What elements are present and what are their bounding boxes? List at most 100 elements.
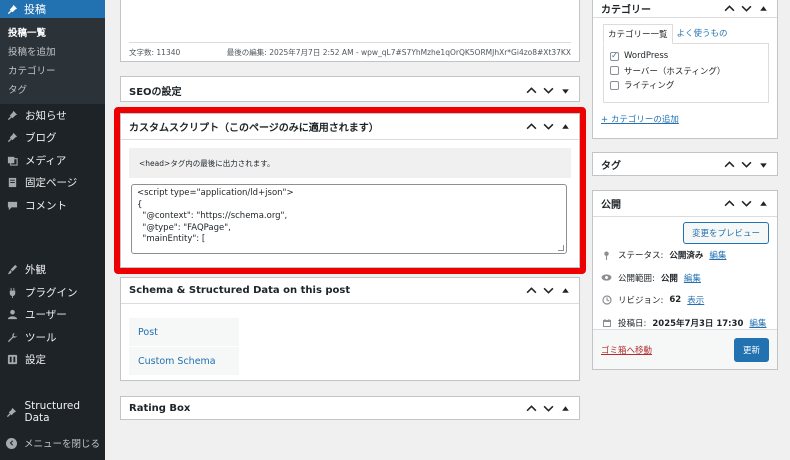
preview-changes-button[interactable]: 変更をプレビュー <box>682 222 769 244</box>
category-item[interactable]: ✓ WordPress <box>604 49 768 64</box>
chevron-down-icon[interactable] <box>741 198 752 209</box>
visibility-label: 公開範囲: <box>618 273 655 284</box>
panel-controls <box>526 285 579 296</box>
sidebar-item-users[interactable]: ユーザー <box>0 304 105 327</box>
panel-title: 公開 <box>601 200 621 211</box>
sidebar-item-blog[interactable]: ブログ <box>0 127 105 150</box>
panel-controls <box>526 121 579 132</box>
schema-header[interactable]: Schema & Structured Data on this post <box>121 278 579 304</box>
editor-status-bar: 文字数: 11340 最後の編集: 2025年7月7日 2:52 AM - wp… <box>129 42 571 58</box>
sidebar-item-appearance[interactable]: 外観 <box>0 259 105 282</box>
panel-title: Schema & Structured Data on this post <box>129 285 351 296</box>
chevron-up-icon[interactable] <box>724 159 735 170</box>
tab-most-used[interactable]: よく使うもの <box>673 24 732 44</box>
sidebar-item-label: Structured Data <box>24 400 81 425</box>
checkbox-checked[interactable]: ✓ <box>610 51 619 61</box>
caret-up-icon[interactable] <box>560 403 571 414</box>
status-value: 公開済み <box>669 251 704 262</box>
custom-script-textarea[interactable]: <script type="application/ld+json"> { "@… <box>131 184 567 254</box>
category-tabs: カテゴリー一覧 よく使うもの <box>603 24 777 44</box>
script-notice: <head>タグ内の最後に出力されます。 <box>129 148 571 178</box>
caret-down-icon[interactable] <box>758 159 769 170</box>
edit-date-link[interactable]: 編集 <box>749 317 766 329</box>
status-row: ステータス: 公開済み 編集 <box>593 244 777 267</box>
rating-header[interactable]: Rating Box <box>121 397 579 419</box>
chevron-down-icon[interactable] <box>741 159 752 170</box>
sidebar-subitem-add-post[interactable]: 投稿を追加 <box>0 41 105 60</box>
chevron-down-icon[interactable] <box>543 285 554 296</box>
chevron-up-icon[interactable] <box>526 285 537 296</box>
tab-all-categories[interactable]: カテゴリー一覧 <box>603 24 673 44</box>
sidebar-item-media[interactable]: メディア <box>0 149 105 172</box>
caret-up-icon[interactable] <box>758 198 769 209</box>
tab-custom-schema[interactable]: Custom Schema <box>129 347 239 376</box>
category-label: サーバー（ホスティング） <box>624 66 726 77</box>
tags-header[interactable]: タグ <box>593 153 777 175</box>
category-item[interactable]: サーバー（ホスティング） <box>604 64 768 79</box>
edit-status-link[interactable]: 編集 <box>709 249 726 261</box>
user-icon <box>6 309 18 321</box>
panel-controls <box>724 159 777 170</box>
move-to-trash-link[interactable]: ゴミ箱へ移動 <box>601 344 652 356</box>
categories-header[interactable]: カテゴリー <box>593 0 777 18</box>
sidebar-item-comments[interactable]: コメント <box>0 194 105 217</box>
eye-icon <box>601 272 612 283</box>
panel-title: カスタムスクリプト（このページのみに適用されます） <box>129 123 379 134</box>
sidebar-item-tools[interactable]: ツール <box>0 326 105 349</box>
chevron-up-icon[interactable] <box>724 3 735 14</box>
chevron-down-icon[interactable] <box>741 3 752 14</box>
caret-up-icon[interactable] <box>560 285 571 296</box>
caret-up-icon[interactable] <box>758 3 769 14</box>
calendar-icon <box>601 317 612 328</box>
visibility-value: 公開 <box>660 273 678 284</box>
history-icon <box>601 295 612 306</box>
sidebar-subitem-categories[interactable]: カテゴリー <box>0 60 105 79</box>
category-item[interactable]: ライティング <box>604 78 768 93</box>
sidebar-blurred-area <box>0 371 105 401</box>
sidebar-item-label: お知らせ <box>25 109 67 122</box>
chevron-up-icon[interactable] <box>526 403 537 414</box>
tab-post[interactable]: Post <box>129 318 239 347</box>
sidebar-item-news[interactable]: お知らせ <box>0 104 105 127</box>
resize-handle[interactable] <box>558 245 564 251</box>
sidebar-item-plugins[interactable]: プラグイン <box>0 281 105 304</box>
sidebar-item-pages[interactable]: 固定ページ <box>0 172 105 195</box>
category-label: WordPress <box>624 51 669 62</box>
sidebar-item-structured-data[interactable]: Structured Data <box>0 400 105 425</box>
chevron-up-icon[interactable] <box>526 121 537 132</box>
custom-script-box: カスタムスクリプト（このページのみに適用されます） <head>タグ内の最後に出… <box>114 107 586 274</box>
chevron-up-icon[interactable] <box>526 85 537 96</box>
add-category-link[interactable]: + カテゴリーの追加 <box>601 113 777 125</box>
plug-icon <box>6 286 18 298</box>
sidebar-item-label: プラグイン <box>25 286 78 299</box>
checkbox[interactable] <box>610 80 619 90</box>
collapse-menu-button[interactable]: メニューを閉じる <box>6 436 100 450</box>
view-revisions-link[interactable]: 表示 <box>687 294 704 306</box>
sidebar-subitem-tags[interactable]: タグ <box>0 79 105 98</box>
pin-icon <box>6 109 18 121</box>
chevron-down-icon[interactable] <box>543 403 554 414</box>
chevron-up-icon[interactable] <box>724 198 735 209</box>
custom-script-header[interactable]: カスタムスクリプト（このページのみに適用されます） <box>121 114 579 140</box>
sidebar-subitem-all-posts[interactable]: 投稿一覧 <box>0 22 105 41</box>
editor-area[interactable]: 文字数: 11340 最後の編集: 2025年7月7日 2:52 AM - wp… <box>120 0 580 62</box>
schema-box: Schema & Structured Data on this post Po… <box>120 277 580 381</box>
sidebar-item-label: ツール <box>25 331 57 344</box>
seo-settings-header[interactable]: SEOの設定 <box>121 77 579 103</box>
schema-tabs: Post Custom Schema <box>129 318 239 376</box>
checkbox[interactable] <box>610 66 619 76</box>
preview-row: 変更をプレビュー <box>593 217 777 244</box>
panel-title: Rating Box <box>129 402 191 414</box>
sidebar-item-settings[interactable]: 設定 <box>0 349 105 372</box>
edit-visibility-link[interactable]: 編集 <box>684 272 701 284</box>
chevron-down-icon[interactable] <box>543 121 554 132</box>
chevron-down-icon[interactable] <box>543 85 554 96</box>
sidebar-item-label: 設定 <box>25 354 46 367</box>
panel-title: SEOの設定 <box>129 86 182 98</box>
sidebar-item-posts[interactable]: 投稿 <box>0 0 105 18</box>
publish-header[interactable]: 公開 <box>593 191 777 217</box>
wrench-icon <box>6 331 18 343</box>
update-button[interactable]: 更新 <box>733 337 769 362</box>
caret-up-icon[interactable] <box>560 121 571 132</box>
caret-down-icon[interactable] <box>560 85 571 96</box>
